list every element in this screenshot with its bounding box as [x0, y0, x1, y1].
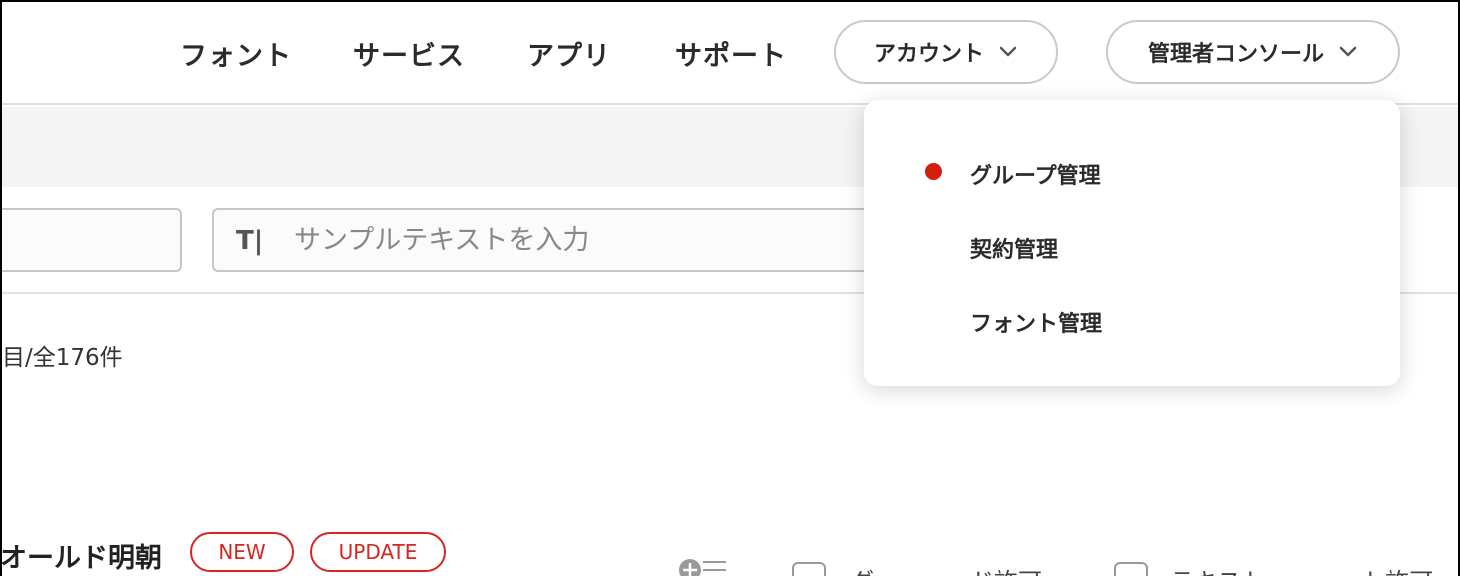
nav-support[interactable]: サポート	[675, 34, 787, 73]
admin-console-menu-button[interactable]: 管理者コンソール	[1106, 20, 1400, 84]
admin-console-label: 管理者コンソール	[1147, 42, 1324, 67]
new-badge: NEW	[190, 532, 294, 572]
nav-fonts[interactable]: フォント	[180, 34, 292, 73]
menu-item-contract-management[interactable]: 契約管理	[970, 232, 1058, 264]
sample-text-field[interactable]: T|	[212, 208, 932, 272]
update-badge: UPDATE	[310, 532, 446, 572]
result-count: 目/全176件	[2, 345, 123, 371]
bullet-dot-icon	[925, 163, 942, 180]
text-permission-label: テキスト…………ト許可	[1170, 562, 1433, 576]
sample-text-input[interactable]	[294, 210, 914, 270]
download-permission-checkbox[interactable]	[792, 562, 826, 576]
nav-services[interactable]: サービス	[353, 34, 465, 73]
text-permission-checkbox[interactable]	[1114, 562, 1148, 576]
font-name[interactable]: オールド明朝	[0, 536, 162, 575]
nav-apps[interactable]: アプリ	[527, 34, 611, 73]
menu-item-group-management[interactable]: グループ管理	[970, 158, 1101, 190]
account-menu-button[interactable]: アカウント	[834, 20, 1058, 84]
menu-item-font-management[interactable]: フォント管理	[970, 306, 1102, 338]
account-label: アカウント	[873, 42, 984, 67]
chevron-down-icon	[999, 46, 1017, 57]
keyword-search-input[interactable]	[0, 208, 182, 272]
chevron-down-icon	[1339, 46, 1357, 57]
text-icon: T|	[236, 226, 264, 256]
admin-console-dropdown: グループ管理 契約管理 フォント管理	[864, 100, 1400, 386]
add-to-list-icon[interactable]	[678, 558, 726, 576]
site-header: フォント サービス アプリ サポート アカウント 管理者コンソール	[0, 0, 1460, 105]
download-permission-label: ダ…………ド許可	[850, 562, 1042, 576]
